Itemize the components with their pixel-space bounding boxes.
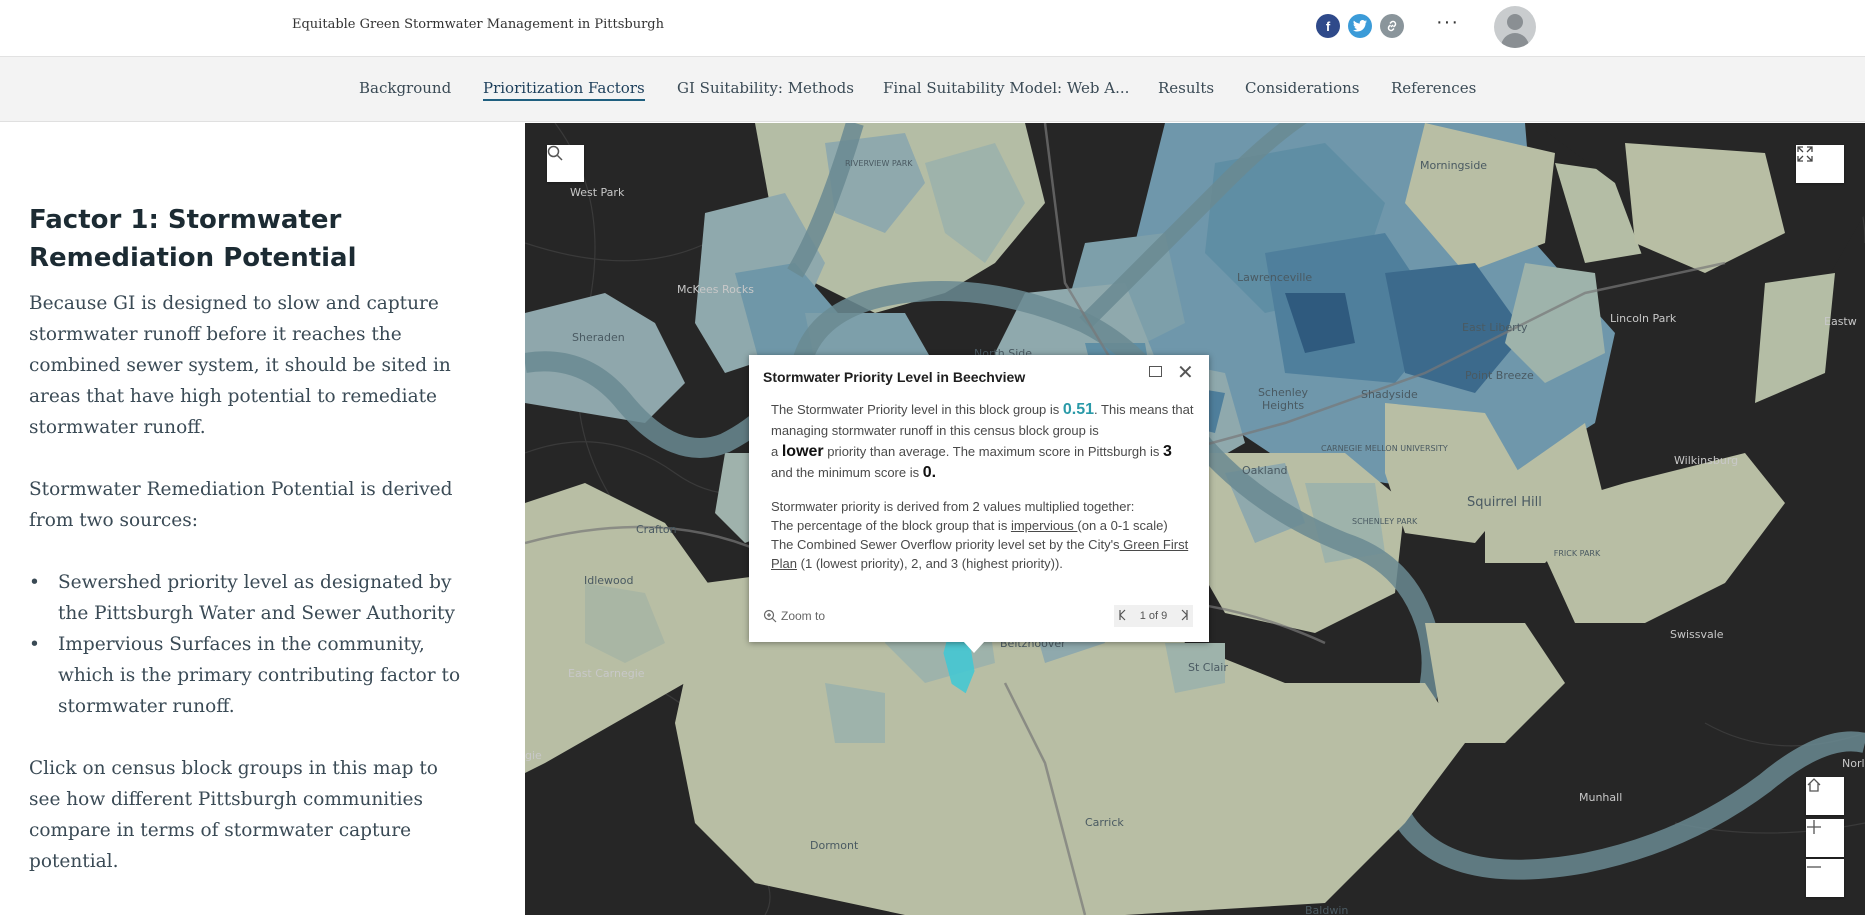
popup-text: a: [771, 444, 782, 459]
map-label: Dormont: [810, 839, 859, 852]
map-label: Point Breeze: [1465, 369, 1534, 382]
map-label: Carrick: [1085, 816, 1124, 829]
map-label: Schenley Heights: [1257, 386, 1309, 412]
popup-pointer: [963, 641, 985, 653]
fullscreen-button[interactable]: [1796, 145, 1844, 183]
map-label: Eastw: [1824, 315, 1857, 328]
tab-references[interactable]: References: [1391, 79, 1476, 97]
popup-summary: The Stormwater Priority level in this bl…: [771, 399, 1196, 483]
min-score: 0.: [922, 464, 937, 481]
map-label: East Liberty: [1462, 321, 1528, 334]
map-label: FRICK PARK: [1553, 549, 1601, 558]
tab-considerations[interactable]: Considerations: [1245, 79, 1359, 97]
zoom-out-button[interactable]: [1806, 859, 1844, 897]
avatar-head-shape: [1507, 14, 1523, 30]
previous-feature-button[interactable]: [1119, 609, 1127, 624]
map-label: CARNEGIE MELLON UNIVERSITY: [1321, 444, 1448, 453]
map-label: Lawrenceville: [1237, 271, 1313, 284]
narrative-paragraph-3: Click on census block groups in this map…: [29, 758, 438, 872]
minus-icon: [1807, 866, 1821, 868]
map-label: Baldwin: [1305, 904, 1349, 915]
popup-text: (on a 0-1 scale): [1077, 518, 1168, 533]
pager-label: 1 of 9: [1139, 610, 1168, 622]
map-label: RIVERVIEW PARK: [845, 159, 913, 168]
tab-final-suitability-model[interactable]: Final Suitability Model: Web A...: [883, 79, 1129, 97]
home-button[interactable]: [1806, 777, 1844, 815]
plus-icon: [1807, 820, 1821, 834]
map-label: Oakland: [1242, 464, 1288, 477]
list-item: Impervious Surfaces in the community, wh…: [29, 629, 469, 722]
chevron-right-icon: [1181, 609, 1188, 620]
close-icon[interactable]: ✕: [1177, 360, 1194, 385]
popup-text: priority than average. The maximum score…: [823, 444, 1163, 459]
map-label: Shadyside: [1361, 388, 1418, 401]
popup-title: Stormwater Priority Level in Beechview: [763, 369, 1026, 385]
map-label: Morningside: [1420, 159, 1488, 172]
tab-gi-suitability-methods[interactable]: GI Suitability: Methods: [677, 79, 854, 97]
list-item: Sewershed priority level as designated b…: [29, 567, 469, 629]
priority-value: 0.51: [1062, 401, 1095, 418]
map-label: Sheraden: [572, 331, 625, 344]
next-feature-button[interactable]: [1180, 609, 1188, 624]
popup-content: The Stormwater Priority level in this bl…: [771, 399, 1196, 573]
search-icon: [547, 145, 563, 161]
map-label: Lincoln Park: [1610, 312, 1677, 325]
zoom-to-icon: [763, 609, 777, 623]
impervious-link[interactable]: impervious: [1011, 518, 1077, 533]
dock-icon[interactable]: [1149, 366, 1162, 377]
facebook-icon[interactable]: f: [1316, 14, 1340, 38]
popup-text: The Stormwater Priority level in this bl…: [771, 402, 1063, 417]
twitter-icon[interactable]: [1348, 14, 1372, 38]
popup-text: Stormwater priority is derived from 2 va…: [771, 499, 1135, 514]
tab-prioritization-factors[interactable]: Prioritization Factors: [483, 79, 645, 101]
avatar[interactable]: [1494, 6, 1536, 48]
map-label: Wilkinsburg: [1674, 454, 1739, 467]
source-list: Sewershed priority level as designated b…: [29, 567, 469, 722]
map-label: Squirrel Hill: [1467, 495, 1542, 510]
zoom-to-label: Zoom to: [781, 609, 826, 623]
map-label: West Park: [570, 186, 625, 199]
narrative-paragraph-2: Stormwater Remediation Potential is deri…: [29, 479, 453, 531]
tab-background[interactable]: Background: [359, 79, 451, 97]
map-label: St Clair: [1188, 661, 1228, 674]
map-label: McKees Rocks: [677, 283, 754, 296]
top-bar: Equitable Green Stormwater Management in…: [0, 0, 1865, 57]
section-nav: Background Prioritization Factors GI Sui…: [0, 57, 1865, 122]
map-label: Swissvale: [1670, 628, 1724, 641]
map-label: gie: [525, 749, 542, 762]
factor-heading: Factor 1: Stormwater Remediation Potenti…: [29, 205, 357, 273]
avatar-body-shape: [1501, 33, 1529, 48]
map-label: East Carnegie: [568, 667, 645, 680]
feature-pager: 1 of 9: [1114, 605, 1193, 627]
map-label: SCHENLEY PARK: [1352, 517, 1418, 526]
map-label: Norl: [1842, 757, 1865, 770]
map-label: Idlewood: [584, 574, 634, 587]
tab-results[interactable]: Results: [1158, 79, 1214, 97]
narrative-paragraph-1: Because GI is designed to slow and captu…: [29, 293, 451, 438]
popup-text: (1 (lowest priority), 2, and 3 (highest …: [797, 556, 1063, 571]
feature-popup[interactable]: Stormwater Priority Level in Beechview ✕…: [749, 355, 1209, 642]
zoom-in-button[interactable]: [1806, 819, 1844, 857]
priority-level-word: lower: [781, 443, 824, 460]
popup-text: The Combined Sewer Overflow priority lev…: [771, 537, 1120, 552]
map-label: Crafton: [636, 523, 677, 536]
zoom-to-button[interactable]: Zoom to: [763, 609, 825, 623]
map-label: Munhall: [1579, 791, 1623, 804]
more-options-button[interactable]: ···: [1436, 11, 1459, 34]
map-search-button[interactable]: [547, 145, 584, 182]
popup-text: The percentage of the block group that i…: [771, 518, 1011, 533]
home-icon: [1807, 778, 1821, 792]
link-icon[interactable]: [1380, 14, 1404, 38]
popup-derivation: Stormwater priority is derived from 2 va…: [771, 497, 1196, 573]
site-title: Equitable Green Stormwater Management in…: [292, 17, 664, 32]
chevron-left-icon: [1119, 609, 1126, 620]
expand-icon: [1797, 146, 1813, 162]
popup-text: and the minimum score is: [771, 465, 923, 480]
max-score: 3: [1163, 443, 1172, 460]
narrative-panel: Factor 1: Stormwater Remediation Potenti…: [0, 123, 525, 915]
